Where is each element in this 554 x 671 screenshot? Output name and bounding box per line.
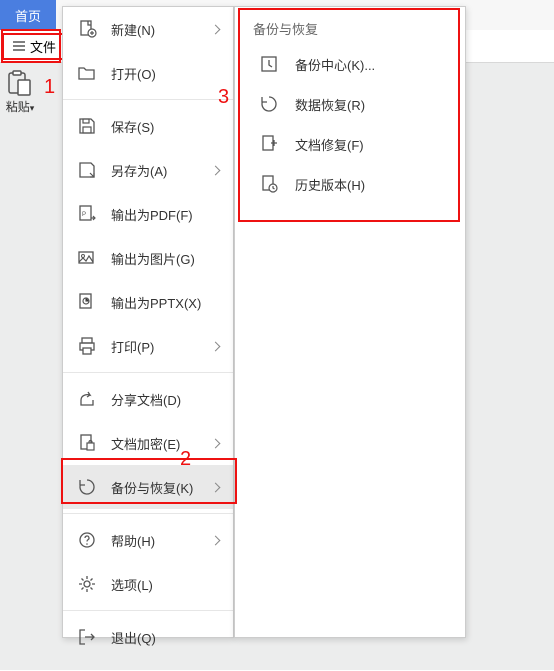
file-menu-button[interactable]: 文件: [2, 33, 66, 60]
menu-separator: [63, 610, 233, 611]
chevron-right-icon: [211, 165, 221, 175]
paste-label: 粘贴▾: [6, 98, 35, 115]
menu-separator: [63, 99, 233, 100]
submenu-backup-center[interactable]: 备份中心(K)...: [235, 44, 465, 84]
annotation-number-2: 2: [180, 448, 191, 471]
export-pdf-icon: P: [77, 204, 97, 224]
menu-backup-restore[interactable]: 备份与恢复(K): [63, 465, 233, 509]
submenu-data-recover-label: 数据恢复(R): [295, 95, 365, 114]
menu-export-pptx[interactable]: 输出为PPTX(X): [63, 280, 233, 324]
doc-repair-icon: [259, 134, 279, 154]
tab-home-label: 首页: [15, 6, 41, 25]
submenu-data-recover[interactable]: 数据恢复(R): [235, 84, 465, 124]
backup-restore-icon: [77, 477, 97, 497]
menu-options[interactable]: 选项(L): [63, 562, 233, 606]
menu-print-label: 打印(P): [111, 337, 212, 356]
file-menu-label: 文件: [30, 37, 56, 56]
submenu-history[interactable]: 历史版本(H): [235, 164, 465, 204]
menu-options-label: 选项(L): [111, 575, 223, 594]
menu-save-label: 保存(S): [111, 117, 223, 136]
menu-exit-label: 退出(Q): [111, 628, 223, 647]
gear-icon: [77, 574, 97, 594]
menu-export-image-label: 输出为图片(G): [111, 249, 223, 268]
backup-center-icon: [259, 54, 279, 74]
menu-export-pdf-label: 输出为PDF(F): [111, 205, 223, 224]
submenu-backup-center-label: 备份中心(K)...: [295, 55, 375, 74]
submenu-doc-repair[interactable]: 文档修复(F): [235, 124, 465, 164]
svg-text:P: P: [82, 212, 86, 218]
encrypt-icon: [77, 433, 97, 453]
folder-open-icon: [77, 63, 97, 83]
history-icon: [259, 174, 279, 194]
submenu-history-label: 历史版本(H): [295, 175, 365, 194]
new-file-icon: [77, 19, 97, 39]
menu-share[interactable]: 分享文档(D): [63, 377, 233, 421]
file-dropdown-menu: 新建(N) 打开(O) 保存(S) 另存为(A) P 输出为PDF(F) 输出为…: [62, 6, 234, 638]
menu-saveas[interactable]: 另存为(A): [63, 148, 233, 192]
help-icon: [77, 530, 97, 550]
chevron-right-icon: [211, 438, 221, 448]
menu-encrypt-label: 文档加密(E): [111, 434, 212, 453]
save-icon: [77, 116, 97, 136]
annotation-number-3: 3: [218, 86, 229, 109]
menu-open[interactable]: 打开(O): [63, 51, 233, 95]
menu-backup-label: 备份与恢复(K): [111, 478, 212, 497]
menu-export-image[interactable]: 输出为图片(G): [63, 236, 233, 280]
submenu-title: 备份与恢复: [235, 7, 465, 44]
menu-help-label: 帮助(H): [111, 531, 212, 550]
share-icon: [77, 389, 97, 409]
export-pptx-icon: [77, 292, 97, 312]
chevron-right-icon: [211, 24, 221, 34]
menu-separator: [63, 513, 233, 514]
menu-export-pdf[interactable]: P 输出为PDF(F): [63, 192, 233, 236]
data-recover-icon: [259, 94, 279, 114]
hamburger-icon: [12, 39, 26, 53]
menu-new-label: 新建(N): [111, 20, 212, 39]
backup-submenu: 备份与恢复 备份中心(K)... 数据恢复(R) 文档修复(F) 历史版本(H): [234, 6, 466, 638]
export-image-icon: [77, 248, 97, 268]
menu-saveas-label: 另存为(A): [111, 161, 212, 180]
exit-icon: [77, 627, 97, 647]
menu-print[interactable]: 打印(P): [63, 324, 233, 368]
menu-open-label: 打开(O): [111, 64, 223, 83]
chevron-right-icon: [211, 341, 221, 351]
paste-button[interactable]: 粘贴▾: [4, 70, 36, 115]
menu-share-label: 分享文档(D): [111, 390, 223, 409]
menu-export-pptx-label: 输出为PPTX(X): [111, 293, 223, 312]
submenu-doc-repair-label: 文档修复(F): [295, 135, 364, 154]
annotation-number-1: 1: [44, 76, 55, 99]
menu-help[interactable]: 帮助(H): [63, 518, 233, 562]
tab-home[interactable]: 首页: [0, 0, 56, 30]
saveas-icon: [77, 160, 97, 180]
menu-encrypt[interactable]: 文档加密(E): [63, 421, 233, 465]
chevron-right-icon: [211, 482, 221, 492]
print-icon: [77, 336, 97, 356]
menu-save[interactable]: 保存(S): [63, 104, 233, 148]
chevron-right-icon: [211, 535, 221, 545]
menu-exit[interactable]: 退出(Q): [63, 615, 233, 659]
clipboard-icon: [4, 70, 36, 98]
menu-new[interactable]: 新建(N): [63, 7, 233, 51]
menu-separator: [63, 372, 233, 373]
